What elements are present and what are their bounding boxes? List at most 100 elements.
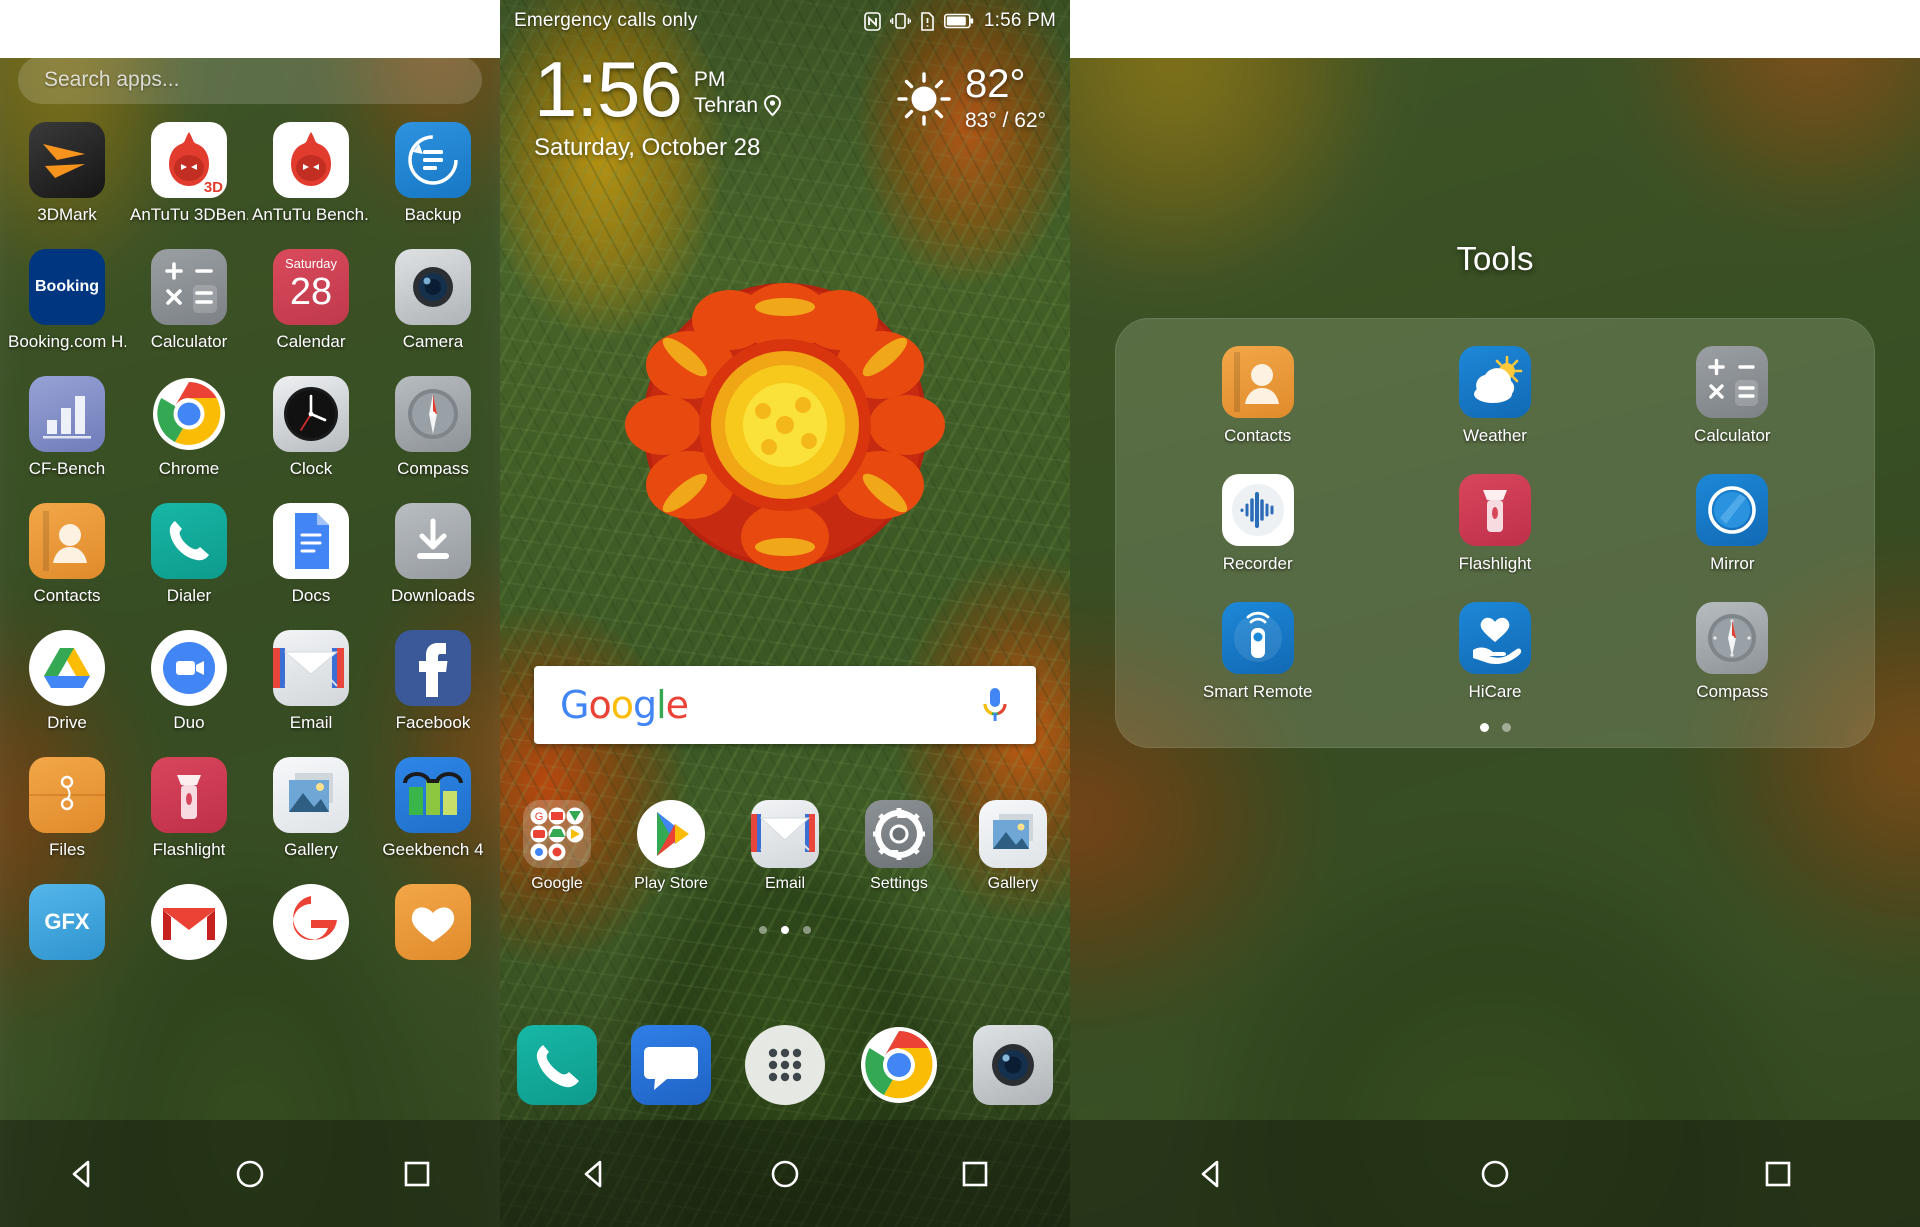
- page-dot-active[interactable]: [781, 926, 789, 934]
- home-app-settings[interactable]: Settings: [842, 800, 956, 920]
- compass-icon: [395, 376, 471, 452]
- back-button[interactable]: [60, 1151, 106, 1197]
- app-item-drive[interactable]: Drive: [6, 630, 128, 757]
- app-item-cf-bench[interactable]: CF-Bench: [6, 376, 128, 503]
- app-item-booking[interactable]: Booking Booking.com H..: [6, 249, 128, 376]
- app-label: Files: [49, 840, 85, 859]
- app-item-dialer[interactable]: Dialer: [128, 503, 250, 630]
- vibrate-icon: [889, 13, 911, 29]
- clock-weather-widget[interactable]: 1:56 PM Tehran Saturday, October 28: [534, 50, 781, 162]
- svg-text:G: G: [535, 811, 544, 823]
- app-item-camera[interactable]: Camera: [372, 249, 494, 376]
- app-item-calendar[interactable]: Saturday 28 Calendar: [250, 249, 372, 376]
- app-item-files[interactable]: Files: [6, 757, 128, 884]
- app-label: Calendar: [276, 332, 346, 351]
- recents-button[interactable]: [394, 1151, 440, 1197]
- app-label: Compass: [397, 459, 469, 478]
- app-item-gmail[interactable]: [128, 884, 250, 1011]
- app-item-chrome[interactable]: Chrome: [128, 376, 250, 503]
- app-item-flashlight[interactable]: Flashlight: [128, 757, 250, 884]
- folder-app-smart-remote[interactable]: Smart Remote: [1139, 602, 1376, 730]
- weather-high-low: 83° / 62°: [964, 109, 1046, 132]
- home-app-play-store[interactable]: Play Store: [614, 800, 728, 920]
- calculator-icon: [1696, 346, 1769, 418]
- battery-icon: [943, 13, 974, 29]
- google-search-bar[interactable]: Google: [534, 666, 1036, 744]
- sim-alert-icon: [921, 11, 934, 31]
- app-label: CF-Bench: [28, 459, 106, 478]
- app-item-docs[interactable]: Docs: [250, 503, 372, 630]
- back-button[interactable]: [572, 1151, 618, 1197]
- app-label: Facebook: [395, 713, 471, 732]
- app-item-gallery[interactable]: Gallery: [250, 757, 372, 884]
- folder-app-calculator[interactable]: Calculator: [1614, 346, 1851, 474]
- back-button[interactable]: [1189, 1151, 1235, 1197]
- page-dot[interactable]: [759, 926, 767, 934]
- home-app-gallery[interactable]: Gallery: [956, 800, 1070, 920]
- app-item-email[interactable]: Email: [250, 630, 372, 757]
- app-item-antutu-bench[interactable]: AnTuTu Bench..: [250, 122, 372, 249]
- app-label: Contacts: [33, 586, 101, 605]
- geekbench-icon: [395, 757, 471, 833]
- folder-app-compass[interactable]: Compass: [1614, 602, 1851, 730]
- email-icon: [751, 800, 819, 868]
- app-label: Play Store: [634, 875, 708, 892]
- app-label: Weather: [1463, 426, 1527, 445]
- app-label: HiCare: [1468, 682, 1522, 701]
- app-label: Geekbench 4: [382, 840, 484, 859]
- dock-phone-button[interactable]: [517, 1025, 597, 1105]
- microphone-icon[interactable]: [980, 685, 1010, 725]
- downloads-icon: [395, 503, 471, 579]
- home-button[interactable]: [762, 1151, 808, 1197]
- app-item-compass[interactable]: Compass: [372, 376, 494, 503]
- app-item-clock[interactable]: Clock: [250, 376, 372, 503]
- app-label: Compass: [1696, 682, 1769, 701]
- navigation-bar: [0, 1120, 500, 1227]
- recents-button[interactable]: [1755, 1151, 1801, 1197]
- gfxbench-icon: GFX: [29, 884, 105, 960]
- flashlight-icon: [151, 757, 227, 833]
- app-item-downloads[interactable]: Downloads: [372, 503, 494, 630]
- search-apps-input[interactable]: Search apps...: [18, 56, 482, 104]
- app-item-google[interactable]: [250, 884, 372, 1011]
- page-dot-active[interactable]: [1479, 723, 1489, 732]
- dock-messaging-button[interactable]: [631, 1025, 711, 1105]
- sunny-icon: [897, 71, 951, 126]
- dock-app-drawer-button[interactable]: [745, 1025, 825, 1105]
- recents-button[interactable]: [952, 1151, 998, 1197]
- app-item-antutu-3dbench[interactable]: 3D AnTuTu 3DBen..: [128, 122, 250, 249]
- home-app-google-folder[interactable]: G Google: [500, 800, 614, 920]
- app-item-geekbench[interactable]: Geekbench 4: [372, 757, 494, 884]
- home-button[interactable]: [227, 1151, 273, 1197]
- folder-app-contacts[interactable]: Contacts: [1139, 346, 1376, 474]
- weather-widget[interactable]: 82° 83° / 62°: [895, 64, 1046, 133]
- page-dot[interactable]: [1501, 723, 1511, 732]
- folder-app-flashlight[interactable]: Flashlight: [1376, 474, 1613, 602]
- app-item-facebook[interactable]: Facebook: [372, 630, 494, 757]
- app-item-backup[interactable]: Backup: [372, 122, 494, 249]
- folder-panel: Emergency calls only 1:22 PM Tools: [1070, 0, 1920, 1227]
- dock-chrome-button[interactable]: [859, 1025, 939, 1105]
- folder-title[interactable]: Tools: [1070, 240, 1920, 278]
- app-item-calculator[interactable]: Calculator: [128, 249, 250, 376]
- page-dot[interactable]: [803, 926, 811, 934]
- home-app-email[interactable]: Email: [728, 800, 842, 920]
- app-item-health[interactable]: [372, 884, 494, 1011]
- folder-app-hicare[interactable]: HiCare: [1376, 602, 1613, 730]
- app-item-duo[interactable]: Duo: [128, 630, 250, 757]
- dock-camera-button[interactable]: [973, 1025, 1053, 1105]
- app-item-contacts[interactable]: Contacts: [6, 503, 128, 630]
- app-item-gfxbench[interactable]: GFX: [6, 884, 128, 1011]
- antutu-3d-icon: 3D: [151, 122, 227, 198]
- app-label: Flashlight: [152, 840, 226, 859]
- docs-icon: [273, 503, 349, 579]
- app-item-3dmark[interactable]: 3DMark: [6, 122, 128, 249]
- folder-app-recorder[interactable]: Recorder: [1139, 474, 1376, 602]
- chrome-icon: [151, 376, 227, 452]
- folder-app-mirror[interactable]: Mirror: [1614, 474, 1851, 602]
- home-button[interactable]: [1472, 1151, 1518, 1197]
- 3dmark-icon: [29, 122, 105, 198]
- mirror-icon: [1696, 474, 1769, 546]
- folder-app-weather[interactable]: Weather: [1376, 346, 1613, 474]
- email-icon: [273, 630, 349, 706]
